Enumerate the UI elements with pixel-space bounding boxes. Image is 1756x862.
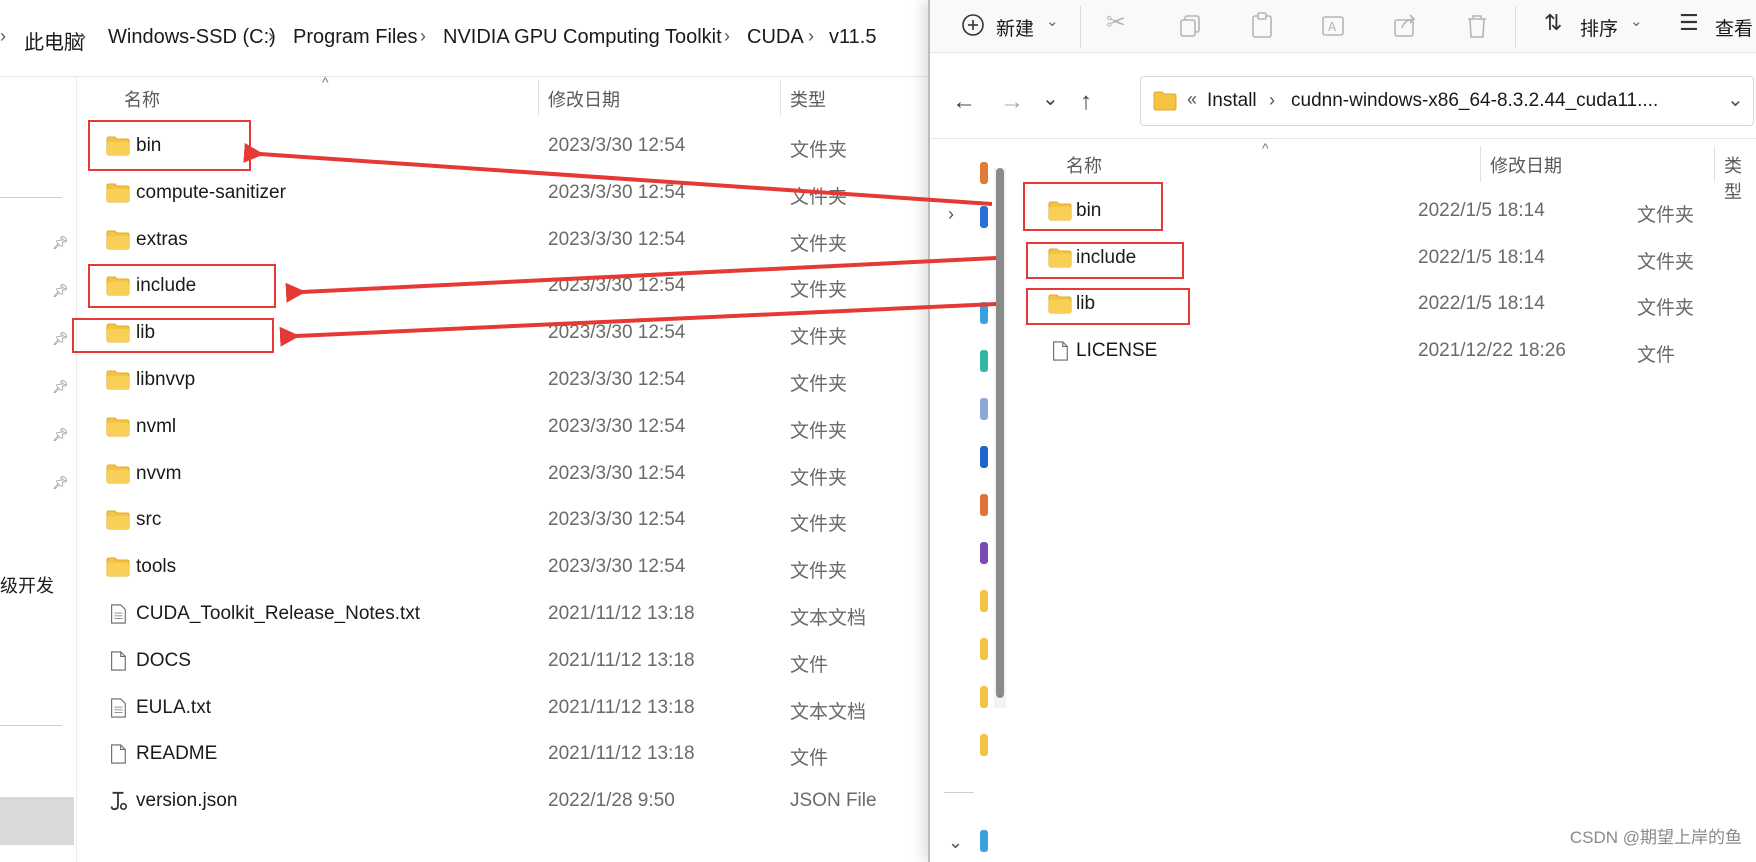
arrow-include (285, 256, 997, 303)
arrow-lib (279, 302, 997, 347)
arrow-bin (243, 142, 993, 206)
watermark-text: CSDN @期望上岸的鱼 (1569, 828, 1742, 847)
annotation-arrows (243, 142, 997, 347)
